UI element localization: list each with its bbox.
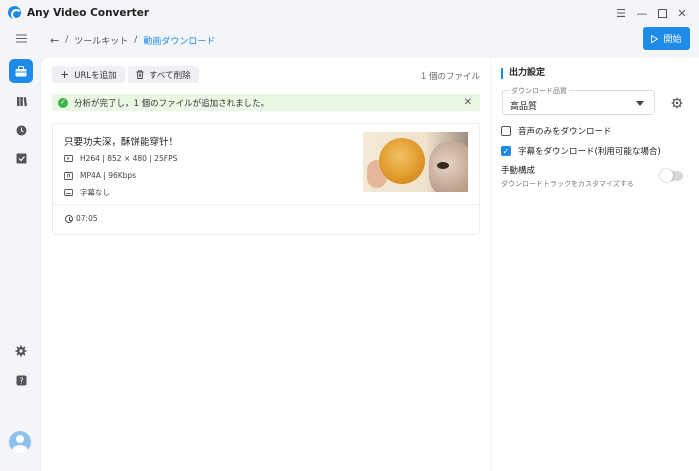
library-icon [16,96,27,106]
back-arrow-icon[interactable]: ← [50,34,59,47]
subtitle-info-text: 字幕なし [80,188,110,197]
close-icon[interactable]: ✕ [673,4,691,22]
video-info: H264 | 852 × 480 | 25FPS [64,154,177,163]
file-card: 只要功夫深，酥饼能穿针！ H264 | 852 × 480 | 25FPS MP… [52,123,480,235]
subtitle-label: 字幕をダウンロード(利用可能な場合) [518,147,661,157]
sidebar-item-toolkit[interactable] [9,59,33,83]
breadcrumb: ← / ツールキット / 動画ダウンロード [50,33,215,47]
toolbox-icon [15,65,27,76]
audio-icon [64,171,73,180]
manual-config-subtitle: ダウンロードトラックをカスタマイズする [501,180,634,188]
settings-icon [15,345,27,357]
subtitle-icon [64,189,73,196]
svg-text:?: ? [19,376,23,385]
notice-text: 分析が完了し，1 個のファイルが追加されました。 [74,98,270,109]
gear-icon [671,97,682,108]
output-settings-panel: 出力設定 ダウンロード品質 高品質 音声のみをダウンロード ✓ 字幕をダウンロー… [491,58,699,471]
notice-close-icon[interactable]: ✕ [464,97,472,108]
output-settings-heading: 出力設定 [501,68,545,79]
sidebar-toggle-button[interactable] [9,26,33,50]
chevron-down-icon [636,101,644,106]
avatar[interactable] [9,431,31,453]
video-icon [64,155,73,162]
video-thumbnail[interactable] [363,132,468,192]
manual-config-title: 手動構成 [501,166,536,176]
help-icon: ? [16,375,26,385]
breadcrumb-video-download: 動画ダウンロード [143,36,216,47]
check-circle-icon: ✓ [58,97,68,108]
title-bar: Any Video Converter ☰ — ✕ [0,0,699,26]
success-notice: ✓ 分析が完了し，1 個のファイルが追加されました。 ✕ [52,94,480,111]
left-sidebar: ? [0,26,42,471]
audio-only-option[interactable]: 音声のみをダウンロード [501,125,612,137]
sidebar-item-tasks[interactable] [9,146,33,170]
sidebar-item-library[interactable] [9,89,33,113]
tasks-icon [16,153,26,163]
audio-info: MP4A | 96Kbps [64,171,136,180]
subtitle-option[interactable]: ✓ 字幕をダウンロード(利用可能な場合) [501,145,661,157]
subtitle-checkbox[interactable]: ✓ [501,146,511,156]
menu-icon[interactable]: ☰ [612,4,630,22]
minimize-icon[interactable]: — [633,4,651,22]
delete-all-label: すべて削除 [149,70,191,81]
list-icon [15,34,27,42]
delete-all-button[interactable]: すべて削除 [128,66,199,83]
sidebar-item-settings[interactable] [9,339,33,363]
app-logo-icon [8,6,22,20]
clock-icon [65,214,73,223]
audio-only-checkbox[interactable] [501,126,511,136]
app-title: Any Video Converter [27,7,150,19]
subtitle-info: 字幕なし [64,187,110,198]
main-panel: + URLを追加 すべて削除 1 個のファイル ✓ 分析が完了し，1 個のファイ… [42,58,490,471]
sidebar-item-help[interactable]: ? [9,368,33,392]
divider [53,204,479,205]
file-count: 1 個のファイル [420,72,480,82]
start-button[interactable]: 開始 [643,27,690,50]
trash-icon [136,70,144,79]
audio-only-label: 音声のみをダウンロード [518,127,612,137]
quality-settings-button[interactable] [670,96,683,109]
duration-text: 07:05 [76,214,98,223]
quality-select[interactable]: ダウンロード品質 高品質 [502,86,655,115]
add-url-label: URLを追加 [74,70,117,81]
video-info-text: H264 | 852 × 480 | 25FPS [80,154,178,163]
file-title: 只要功夫深，酥饼能穿针！ [64,137,179,148]
audio-info-text: MP4A | 96Kbps [80,171,137,180]
plus-icon: + [60,68,70,81]
breadcrumb-separator: / [65,35,69,45]
quality-value: 高品質 [510,102,538,112]
play-icon [651,34,659,43]
duration: 07:05 [65,214,98,223]
breadcrumb-toolkit[interactable]: ツールキット [74,34,128,47]
quality-label: ダウンロード品質 [509,86,569,96]
history-icon [16,125,26,135]
maximize-icon[interactable] [653,4,671,22]
add-url-button[interactable]: + URLを追加 [52,66,125,83]
start-button-label: 開始 [663,35,682,45]
manual-config-toggle[interactable] [660,169,683,182]
breadcrumb-separator: / [134,35,138,45]
sidebar-item-history[interactable] [9,118,33,142]
